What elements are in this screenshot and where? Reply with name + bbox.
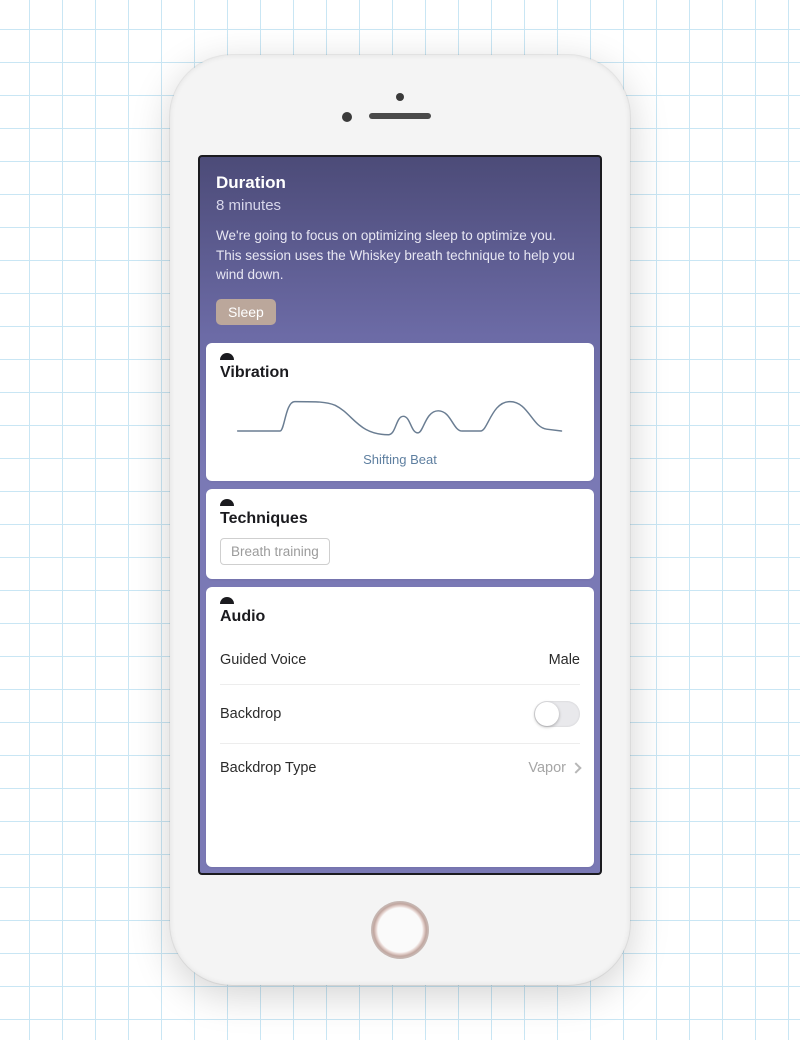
cards-container: Vibration Shifting Beat Techniques Breat…: [200, 343, 600, 873]
backdrop-type-label: Backdrop Type: [220, 760, 316, 776]
card-handle-icon: [220, 597, 234, 604]
toggle-knob-icon: [535, 702, 559, 726]
duration-title: Duration: [216, 173, 584, 193]
duration-value: 8 minutes: [216, 197, 584, 214]
backdrop-toggle[interactable]: [534, 701, 580, 727]
technique-chip-breath-training[interactable]: Breath training: [220, 538, 330, 565]
backdrop-type-row[interactable]: Backdrop Type Vapor: [220, 744, 580, 780]
backdrop-type-value: Vapor: [528, 760, 566, 776]
session-description: We're going to focus on optimizing sleep…: [216, 226, 576, 285]
phone-frame: Duration 8 minutes We're going to focus …: [170, 55, 630, 985]
vibration-pattern-name: Shifting Beat: [363, 452, 437, 467]
session-header: Duration 8 minutes We're going to focus …: [200, 157, 600, 343]
chevron-right-icon: [570, 762, 581, 773]
techniques-title: Techniques: [220, 510, 580, 528]
waveform-icon: [234, 392, 565, 448]
sensor-dot-icon: [342, 112, 352, 122]
audio-title: Audio: [220, 608, 580, 626]
techniques-card: Techniques Breath training: [206, 489, 594, 579]
card-handle-icon: [220, 353, 234, 360]
backdrop-row: Backdrop: [220, 685, 580, 744]
home-button[interactable]: [371, 901, 429, 959]
guided-voice-value: Male: [549, 652, 580, 668]
guided-voice-label: Guided Voice: [220, 652, 306, 668]
guided-voice-row[interactable]: Guided Voice Male: [220, 636, 580, 685]
vibration-waveform: Shifting Beat: [220, 392, 580, 467]
category-tag-sleep[interactable]: Sleep: [216, 299, 276, 325]
app-screen: Duration 8 minutes We're going to focus …: [198, 155, 602, 875]
vibration-title: Vibration: [220, 364, 580, 382]
card-handle-icon: [220, 499, 234, 506]
vibration-card[interactable]: Vibration Shifting Beat: [206, 343, 594, 481]
audio-card: Audio Guided Voice Male Backdrop Backdro…: [206, 587, 594, 867]
backdrop-label: Backdrop: [220, 706, 281, 722]
